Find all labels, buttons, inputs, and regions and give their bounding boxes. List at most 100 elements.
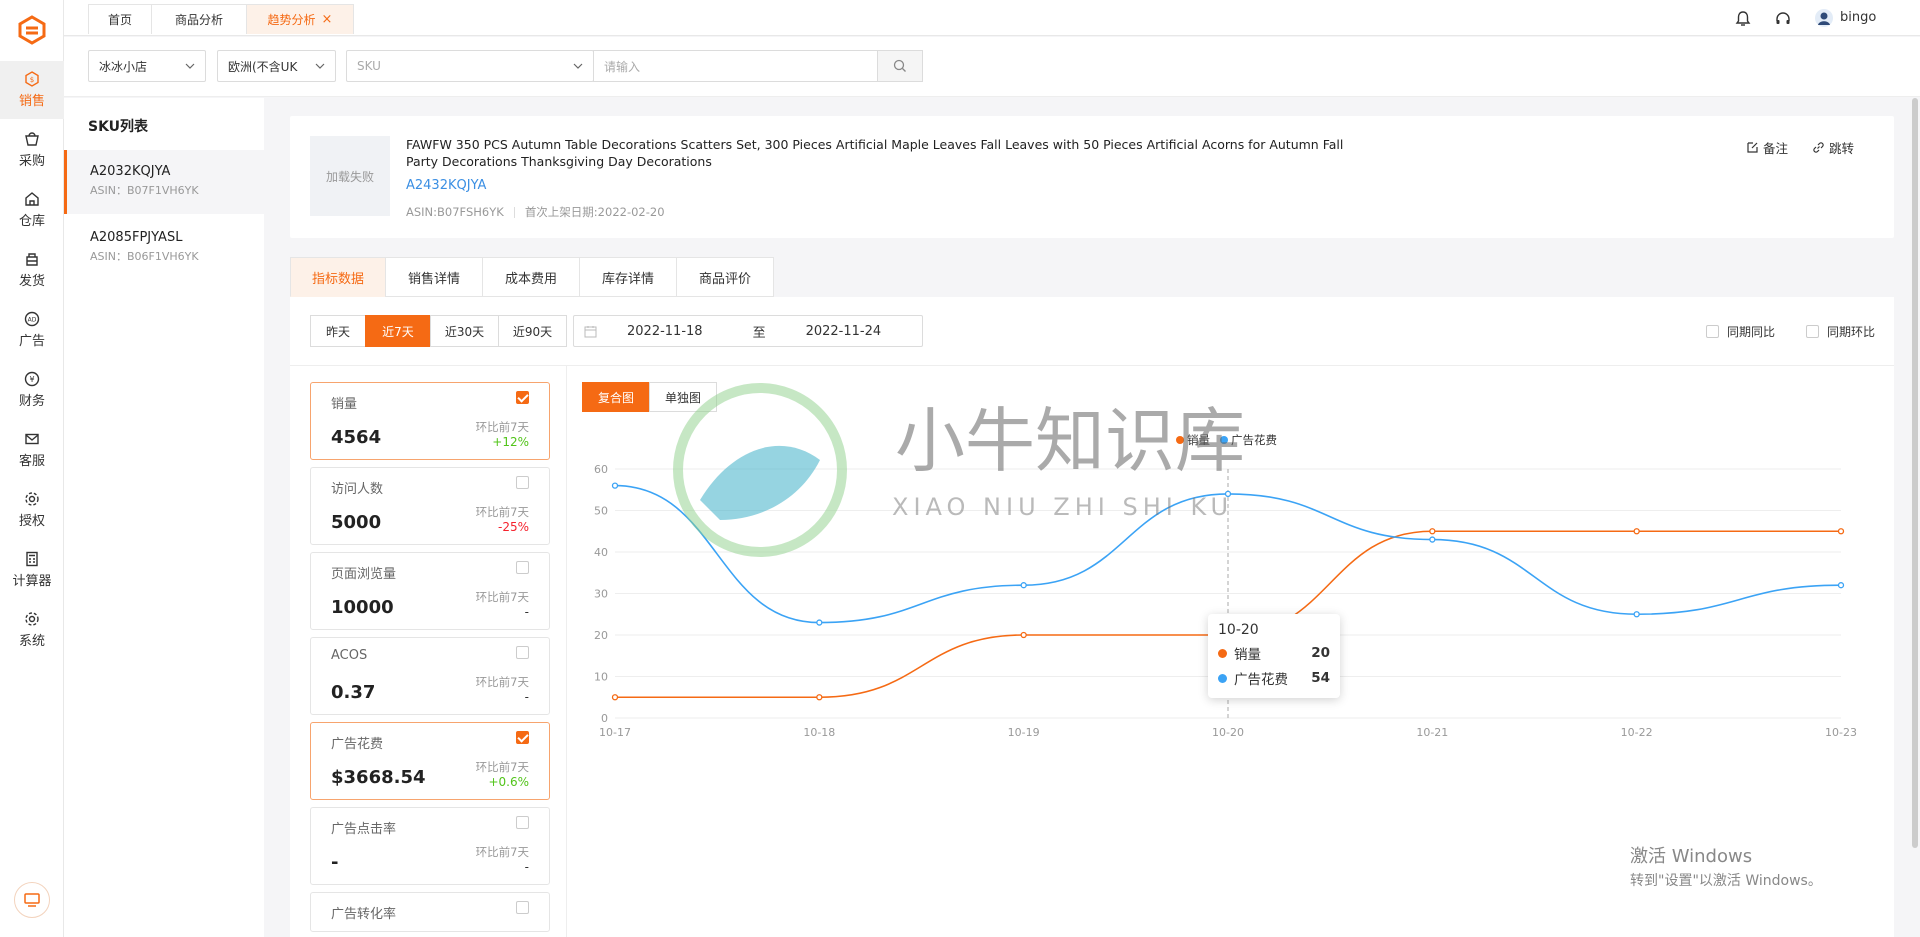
tab-product-analysis[interactable]: 商品分析 [151, 4, 247, 34]
sku-select[interactable]: SKU [346, 50, 594, 82]
data-point[interactable] [1837, 582, 1845, 589]
metric-checkbox[interactable] [516, 731, 529, 747]
data-point[interactable] [1020, 582, 1027, 589]
metric-checkbox[interactable] [516, 476, 529, 492]
sidebar-item-warehouse[interactable]: 仓库 [0, 181, 64, 239]
data-point[interactable] [1633, 611, 1640, 618]
metric-card[interactable]: 广告点击率 - 环比前7天 - [310, 807, 550, 885]
range-90d-button[interactable]: 近90天 [498, 315, 567, 347]
sidebar-item-label: 客服 [18, 454, 45, 469]
date-end[interactable]: 2022-11-24 [806, 324, 882, 339]
sidebar-item-sales[interactable]: $ 销售 [0, 61, 64, 119]
tab-sales-detail[interactable]: 销售详情 [385, 257, 483, 297]
single-chart-button[interactable]: 单独图 [649, 382, 717, 412]
chart-tooltip: 10-20 销量 20 广告花费 54 [1208, 614, 1340, 698]
sidebar-item-ad[interactable]: AD 广告 [0, 301, 64, 359]
data-point[interactable] [1633, 528, 1640, 535]
legend-label[interactable]: 广告花费 [1231, 433, 1277, 447]
range-yesterday-button[interactable]: 昨天 [310, 315, 366, 347]
sku-list-item[interactable]: A2085FPJYASL ASIN：B06F1VH6YK [64, 214, 264, 278]
sidebar-item-shipping[interactable]: 发货 [0, 241, 64, 299]
legend-marker [1176, 436, 1184, 444]
checkbox-box[interactable] [1706, 325, 1719, 338]
data-point[interactable] [1429, 536, 1436, 543]
search-button[interactable] [877, 50, 923, 82]
tab-cost[interactable]: 成本费用 [482, 257, 580, 297]
mom-checkbox[interactable]: 同期环比 [1806, 323, 1875, 340]
svg-text:¥: ¥ [29, 375, 34, 384]
checkbox-box[interactable] [516, 476, 529, 489]
metric-compare-label: 环比前7天 [475, 760, 529, 774]
checkbox-box[interactable] [516, 391, 529, 404]
tab-label: 趋势分析 [267, 13, 316, 27]
checkbox-box[interactable] [1806, 325, 1819, 338]
metric-card[interactable]: ACOS 0.37 环比前7天 - [310, 637, 550, 715]
metric-card[interactable]: 访问人数 5000 环比前7天 -25% [310, 467, 550, 545]
sidebar-item-mail[interactable]: 客服 [0, 421, 64, 479]
shop-select[interactable]: 冰冰小店 [88, 50, 206, 82]
page-scrollbar[interactable] [1912, 98, 1918, 848]
shipping-icon [26, 253, 38, 266]
monitor-icon [24, 893, 40, 907]
tab-inventory[interactable]: 库存详情 [579, 257, 677, 297]
tab-trend-analysis[interactable]: 趋势分析 × [246, 4, 354, 34]
metric-card[interactable]: 页面浏览量 10000 环比前7天 - [310, 552, 550, 630]
metric-card[interactable]: 销量 4564 环比前7天 +12% [310, 382, 550, 460]
checkbox-box[interactable] [516, 646, 529, 659]
metric-card[interactable]: 广告转化率 [310, 892, 550, 932]
metric-checkbox[interactable] [516, 391, 529, 407]
sku-list-item[interactable]: A2032KQJYA ASIN：B07F1VH6YK [64, 150, 264, 214]
avatar[interactable] [1814, 8, 1834, 28]
divider [566, 365, 567, 937]
x-tick-label: 10-23 [1825, 726, 1857, 739]
sidebar-item-calculator[interactable]: 计算器 [0, 541, 64, 599]
collapse-sidebar-button[interactable] [14, 882, 50, 918]
sidebar-item-finance[interactable]: ¥ 财务 [0, 361, 64, 419]
data-point[interactable] [611, 482, 619, 489]
tab-reviews[interactable]: 商品评价 [676, 257, 774, 297]
metric-checkbox[interactable] [516, 561, 529, 577]
username[interactable]: bingo [1840, 10, 1876, 25]
metric-name: 广告转化率 [331, 907, 397, 922]
checkbox-box[interactable] [516, 901, 529, 914]
data-point[interactable] [611, 694, 619, 701]
gear-icon [25, 492, 39, 506]
metric-card[interactable]: 广告花费 $3668.54 环比前7天 +0.6% [310, 722, 550, 800]
metric-checkbox[interactable] [516, 901, 529, 917]
range-30d-button[interactable]: 近30天 [430, 315, 499, 347]
date-start[interactable]: 2022-11-18 [627, 324, 703, 339]
combined-chart-button[interactable]: 复合图 [582, 382, 650, 412]
data-point[interactable] [1020, 631, 1027, 639]
data-point[interactable] [1224, 490, 1232, 498]
jump-button[interactable]: 跳转 [1812, 138, 1854, 157]
checkbox-box[interactable] [516, 731, 529, 744]
tab-home[interactable]: 首页 [88, 4, 152, 34]
region-select[interactable]: 欧洲(不含UK [217, 50, 336, 82]
metrics-card: 昨天 近7天 近30天 近90天 2022-11-18 至 2022-11-24… [290, 297, 1894, 937]
metric-checkbox[interactable] [516, 646, 529, 662]
tooltip-series-name: 广告花费 [1234, 672, 1288, 688]
checkbox-box[interactable] [516, 816, 529, 829]
data-point[interactable] [1429, 528, 1436, 535]
sidebar-item-gear[interactable]: 授权 [0, 481, 64, 539]
metric-checkbox[interactable] [516, 816, 529, 832]
product-sku-link[interactable]: A2432KQJYA [406, 178, 486, 193]
note-button[interactable]: 备注 [1746, 138, 1788, 157]
bell-icon[interactable] [1734, 10, 1752, 28]
sidebar-item-cart[interactable]: 采购 [0, 121, 64, 179]
range-7d-button[interactable]: 近7天 [365, 315, 431, 347]
search-input[interactable]: 请输入 [593, 50, 878, 82]
sidebar-item-settings[interactable]: 系统 [0, 601, 64, 659]
yoy-checkbox[interactable]: 同期同比 [1706, 323, 1775, 340]
data-point[interactable] [816, 694, 823, 701]
date-range-picker[interactable]: 2022-11-18 至 2022-11-24 [573, 315, 923, 347]
checkbox-box[interactable] [516, 561, 529, 574]
metric-value: 4564 [331, 427, 382, 448]
headset-icon[interactable] [1774, 10, 1792, 28]
data-point[interactable] [816, 619, 823, 626]
legend-label[interactable]: 销量 [1187, 433, 1210, 447]
data-point[interactable] [1837, 528, 1845, 535]
close-tab-icon[interactable]: × [322, 12, 333, 27]
sku-list-panel: SKU列表 A2032KQJYA ASIN：B07F1VH6YK A2085FP… [64, 98, 264, 937]
tab-metrics[interactable]: 指标数据 [290, 257, 386, 297]
